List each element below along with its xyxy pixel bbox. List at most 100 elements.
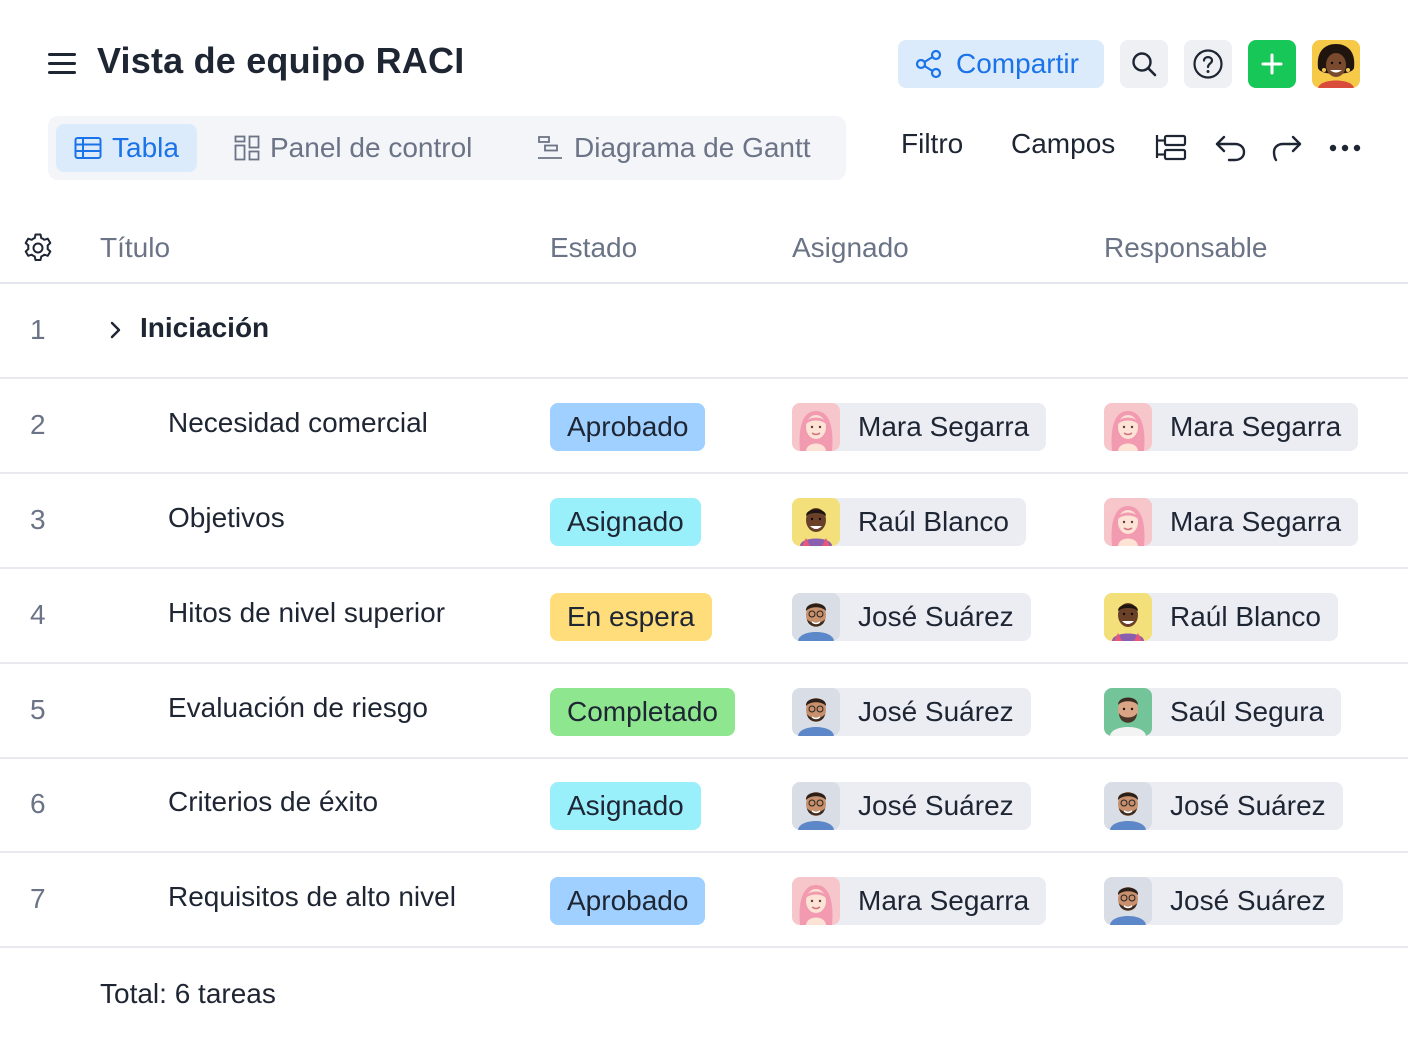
owner-chip[interactable]: José Suárez bbox=[1104, 877, 1343, 925]
table-row[interactable]: 3 Objetivos Asignado Raúl Blanco Mara Se… bbox=[0, 474, 1408, 569]
share-button-label: Compartir bbox=[956, 48, 1079, 79]
owner-chip[interactable]: Mara Segarra bbox=[1104, 403, 1359, 451]
fields-button[interactable]: Campos bbox=[1011, 128, 1115, 160]
owner-name: José Suárez bbox=[1170, 885, 1326, 916]
menu-icon[interactable] bbox=[46, 50, 78, 78]
table-header: Título Estado Asignado Responsable bbox=[0, 214, 1408, 284]
table-icon bbox=[74, 137, 102, 159]
assignee-chip[interactable]: Mara Segarra bbox=[792, 877, 1047, 925]
filter-button[interactable]: Filtro bbox=[901, 128, 963, 160]
assignee-chip[interactable]: José Suárez bbox=[792, 688, 1031, 736]
tab-gantt-label: Diagrama de Gantt bbox=[574, 132, 811, 163]
assignee-chip[interactable]: José Suárez bbox=[792, 782, 1031, 830]
avatar bbox=[792, 403, 840, 451]
more-icon[interactable] bbox=[1325, 128, 1365, 168]
avatar bbox=[1104, 782, 1152, 830]
table-row[interactable]: 2 Necesidad comercial Aprobado Mara Sega… bbox=[0, 379, 1408, 474]
avatar bbox=[1104, 593, 1152, 641]
owner-name: Saúl Segura bbox=[1170, 696, 1325, 727]
assignee-name: Mara Segarra bbox=[858, 411, 1030, 442]
column-title[interactable]: Título bbox=[100, 232, 170, 264]
tab-tabla[interactable]: Tabla bbox=[56, 124, 197, 172]
status-badge[interactable]: Asignado bbox=[550, 782, 701, 830]
row-number: 7 bbox=[30, 883, 46, 914]
chevron-right-icon[interactable] bbox=[106, 318, 126, 342]
add-button[interactable] bbox=[1248, 40, 1296, 88]
owner-chip[interactable]: Raúl Blanco bbox=[1104, 593, 1338, 641]
group-title: Iniciación bbox=[140, 312, 270, 343]
undo-icon[interactable] bbox=[1210, 128, 1250, 168]
owner-chip[interactable]: Saúl Segura bbox=[1104, 688, 1342, 736]
avatar bbox=[1104, 688, 1152, 736]
avatar bbox=[1104, 877, 1152, 925]
gantt-icon bbox=[538, 136, 562, 159]
user-avatar[interactable] bbox=[1312, 40, 1360, 88]
group-row[interactable]: 1 Iniciación bbox=[0, 284, 1408, 379]
owner-chip[interactable]: José Suárez bbox=[1104, 782, 1343, 830]
column-status[interactable]: Estado bbox=[550, 232, 637, 264]
avatar bbox=[792, 593, 840, 641]
task-title[interactable]: Hitos de nivel superior bbox=[168, 597, 445, 629]
tab-panel-label: Panel de control bbox=[270, 132, 473, 163]
assignee-name: José Suárez bbox=[858, 790, 1014, 821]
row-number: 5 bbox=[30, 694, 46, 725]
share-button[interactable]: Compartir bbox=[898, 40, 1104, 88]
avatar bbox=[792, 877, 840, 925]
tab-tabla-label: Tabla bbox=[112, 132, 179, 163]
avatar bbox=[792, 688, 840, 736]
task-title[interactable]: Evaluación de riesgo bbox=[168, 692, 428, 724]
plus-icon bbox=[1261, 53, 1283, 75]
status-badge[interactable]: Aprobado bbox=[550, 877, 706, 925]
status-badge[interactable]: En espera bbox=[550, 593, 712, 641]
avatar bbox=[792, 498, 840, 546]
avatar bbox=[792, 782, 840, 830]
help-button[interactable] bbox=[1184, 40, 1232, 88]
avatar bbox=[1104, 498, 1152, 546]
task-title[interactable]: Criterios de éxito bbox=[168, 786, 378, 818]
assignee-chip[interactable]: José Suárez bbox=[792, 593, 1031, 641]
assignee-name: José Suárez bbox=[858, 601, 1014, 632]
assignee-name: Raúl Blanco bbox=[858, 506, 1009, 537]
owner-name: José Suárez bbox=[1170, 790, 1326, 821]
table-row[interactable]: 6 Criterios de éxito Asignado José Suáre… bbox=[0, 758, 1408, 853]
assignee-chip[interactable]: Mara Segarra bbox=[792, 403, 1047, 451]
hierarchy-icon[interactable] bbox=[1151, 128, 1191, 168]
app-header: Vista de equipo RACI Compartir bbox=[0, 0, 1408, 110]
task-title[interactable]: Objetivos bbox=[168, 502, 285, 534]
owner-chip[interactable]: Mara Segarra bbox=[1104, 498, 1359, 546]
assignee-chip[interactable]: Raúl Blanco bbox=[792, 498, 1026, 546]
row-number: 2 bbox=[30, 409, 46, 440]
assignee-name: Mara Segarra bbox=[858, 885, 1030, 916]
view-switcher: Tabla Panel de control Diagrama de Gantt bbox=[48, 116, 846, 180]
total-count: Total: 6 tareas bbox=[100, 978, 276, 1009]
avatar bbox=[1104, 403, 1152, 451]
row-number: 3 bbox=[30, 504, 46, 535]
status-badge[interactable]: Completado bbox=[550, 688, 735, 736]
owner-name: Mara Segarra bbox=[1170, 506, 1342, 537]
table-row[interactable]: 4 Hitos de nivel superior En espera José… bbox=[0, 569, 1408, 664]
tab-diagrama-de-gantt[interactable]: Diagrama de Gantt bbox=[536, 124, 811, 172]
task-title[interactable]: Necesidad comercial bbox=[168, 407, 428, 439]
tab-panel-de-control[interactable]: Panel de control bbox=[234, 124, 472, 172]
help-icon bbox=[1193, 49, 1223, 79]
assignee-name: José Suárez bbox=[858, 696, 1014, 727]
row-number: 6 bbox=[30, 788, 46, 819]
status-badge[interactable]: Asignado bbox=[550, 498, 701, 546]
row-number: 1 bbox=[30, 314, 46, 345]
page-title: Vista de equipo RACI bbox=[97, 40, 465, 81]
search-icon bbox=[1132, 52, 1157, 77]
task-title[interactable]: Requisitos de alto nivel bbox=[168, 881, 456, 913]
table-row[interactable]: 7 Requisitos de alto nivel Aprobado Mara… bbox=[0, 853, 1408, 948]
column-assignee[interactable]: Asignado bbox=[792, 232, 909, 264]
table-row[interactable]: 5 Evaluación de riesgo Completado José S… bbox=[0, 664, 1408, 759]
owner-name: Raúl Blanco bbox=[1170, 601, 1321, 632]
dashboard-icon bbox=[234, 135, 260, 161]
search-button[interactable] bbox=[1120, 40, 1168, 88]
share-icon bbox=[915, 49, 942, 79]
status-badge[interactable]: Aprobado bbox=[550, 403, 706, 451]
owner-name: Mara Segarra bbox=[1170, 411, 1342, 442]
row-number: 4 bbox=[30, 599, 46, 630]
column-owner[interactable]: Responsable bbox=[1104, 232, 1267, 264]
gear-icon[interactable] bbox=[22, 232, 54, 264]
redo-icon[interactable] bbox=[1267, 128, 1307, 168]
